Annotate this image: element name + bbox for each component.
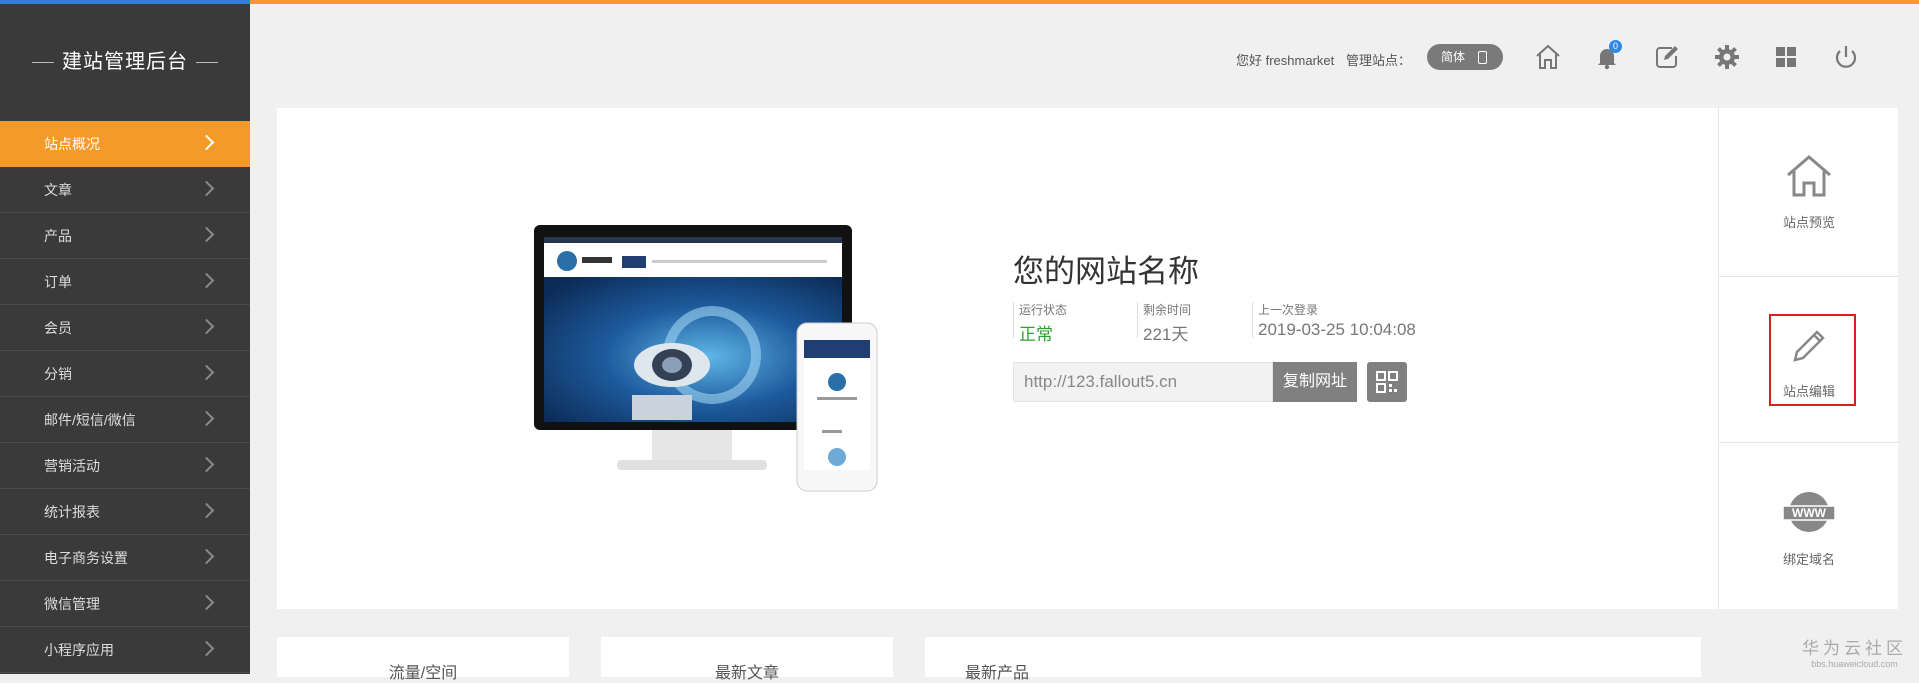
chevron-right-icon: [198, 640, 215, 657]
bell-icon[interactable]: 0: [1592, 40, 1622, 72]
svg-text:WWW: WWW: [1792, 506, 1827, 520]
site-overview-card: 您的网站名称 运行状态 正常 剩余时间 221天 上一次登录 2019-03-2…: [277, 108, 1899, 609]
chevron-right-icon: [198, 180, 215, 197]
divider: [1252, 302, 1253, 338]
site-name: 您的网站名称: [1013, 254, 1199, 289]
last-login-value: 2019-03-25 10:04:08: [1258, 320, 1416, 339]
edit-icon[interactable]: [1652, 42, 1682, 72]
chevron-right-icon: [198, 548, 215, 565]
remaining-block: 剩余时间 221天: [1143, 301, 1191, 345]
sidebar-item-label: 邮件/短信/微信: [44, 412, 136, 428]
site-edit-button[interactable]: 站点编辑: [1719, 324, 1899, 400]
sidebar-item-label: 产品: [44, 228, 72, 244]
house-icon: [1787, 155, 1831, 197]
chevron-right-icon: [198, 456, 215, 473]
divider: [1137, 302, 1138, 338]
top-accent-line: [0, 0, 1919, 4]
panel-title: 流量/空间: [388, 665, 458, 682]
status-value: 正常: [1019, 325, 1053, 344]
sidebar-item[interactable]: 小程序应用: [0, 627, 250, 673]
last-login-label: 上一次登录: [1258, 303, 1319, 317]
notification-badge: 0: [1609, 40, 1622, 53]
chevron-right-icon: [198, 502, 215, 519]
copy-url-button[interactable]: 复制网址: [1273, 362, 1357, 402]
chevron-right-icon: [198, 272, 215, 289]
sidebar-item[interactable]: 会员: [0, 305, 250, 351]
qr-code-icon: [1376, 371, 1398, 393]
sidebar-item-label: 微信管理: [44, 596, 100, 612]
sidebar: 建站管理后台 站点概况文章产品订单会员分销邮件/短信/微信 营销活动统计报表电子商…: [0, 0, 250, 674]
sidebar-brand: 建站管理后台: [0, 45, 250, 74]
last-login-block: 上一次登录 2019-03-25 10:04:08: [1258, 301, 1416, 340]
panel-title: 最新产品: [965, 665, 1030, 682]
divider: [1013, 302, 1014, 338]
status-block: 运行状态 正常: [1019, 301, 1067, 345]
greeting-text: 您好 freshmarket: [1236, 53, 1335, 68]
chevron-right-icon: [198, 134, 215, 151]
chevron-right-icon: [198, 364, 215, 381]
language-toggle[interactable]: 简体: [1427, 44, 1503, 70]
sidebar-item-label: 文章: [44, 182, 72, 198]
status-label: 运行状态: [1019, 303, 1068, 317]
latest-products-panel: 最新产品: [925, 637, 1701, 682]
sidebar-item-label: 订单: [44, 274, 72, 290]
brand-title: 建站管理后台: [62, 51, 188, 73]
remaining-label: 剩余时间: [1143, 303, 1192, 317]
chevron-right-icon: [198, 226, 215, 243]
sidebar-item-label: 电子商务设置: [44, 550, 128, 566]
sidebar-item[interactable]: 邮件/短信/微信: [0, 397, 250, 443]
quick-actions: 站点预览 站点编辑 WWW 绑定域名: [1718, 108, 1899, 609]
site-url-field[interactable]: http://123.fallout5.cn: [1013, 362, 1273, 402]
grid-icon[interactable]: [1771, 42, 1801, 72]
sidebar-item-label: 站点概况: [44, 136, 100, 152]
device-mockup-illustration: [534, 225, 878, 492]
sidebar-menu: 站点概况文章产品订单会员分销邮件/短信/微信 营销活动统计报表电子商务设置 微信管理…: [0, 121, 250, 673]
watermark-url: bbs.huaweicloud.com: [1811, 659, 1898, 669]
watermark-brand: 华为云社区: [1802, 639, 1907, 658]
sidebar-item[interactable]: 分销: [0, 351, 250, 397]
sidebar-item-label: 会员: [44, 320, 72, 336]
chevron-right-icon: [198, 410, 215, 427]
mobile-icon: [1478, 51, 1487, 64]
latest-articles-panel: 最新文章: [601, 637, 893, 682]
qr-code-button[interactable]: [1367, 362, 1407, 402]
sidebar-item[interactable]: 订单: [0, 259, 250, 305]
sidebar-item[interactable]: 统计报表: [0, 489, 250, 535]
www-globe-icon: WWW: [1782, 492, 1836, 532]
language-label: 简体: [1441, 50, 1466, 64]
sidebar-item[interactable]: 站点概况: [0, 121, 250, 167]
power-icon[interactable]: [1831, 42, 1861, 72]
home-icon[interactable]: [1533, 42, 1563, 72]
site-preview-button[interactable]: 站点预览: [1719, 153, 1899, 231]
sidebar-item[interactable]: 营销活动: [0, 443, 250, 489]
sidebar-item[interactable]: 微信管理: [0, 581, 250, 627]
panel-title: 最新文章: [714, 665, 779, 682]
watermark: 华为云社区 bbs.huaweicloud.com: [1802, 634, 1907, 669]
sidebar-item[interactable]: 电子商务设置: [0, 535, 250, 581]
chevron-right-icon: [198, 594, 215, 611]
sidebar-item[interactable]: 文章: [0, 167, 250, 213]
sidebar-item-label: 统计报表: [44, 504, 100, 520]
sidebar-item-label: 营销活动: [44, 458, 100, 474]
chevron-right-icon: [198, 318, 215, 335]
sidebar-item[interactable]: 产品: [0, 213, 250, 259]
sidebar-item-label: 小程序应用: [44, 642, 114, 658]
site-preview-label: 站点预览: [1782, 215, 1835, 230]
header: 您好 freshmarket 管理站点： 简体 0: [250, 4, 1919, 104]
gear-icon[interactable]: [1712, 42, 1742, 72]
manage-site-label: 管理站点：: [1346, 53, 1412, 68]
site-edit-label: 站点编辑: [1782, 384, 1835, 399]
sidebar-item-label: 分销: [44, 366, 72, 382]
remaining-value: 221天: [1143, 325, 1189, 344]
bind-domain-button[interactable]: WWW 绑定域名: [1719, 488, 1899, 568]
pencil-icon: [1793, 330, 1825, 362]
bind-domain-label: 绑定域名: [1782, 552, 1835, 567]
traffic-panel: 流量/空间: [277, 637, 569, 682]
